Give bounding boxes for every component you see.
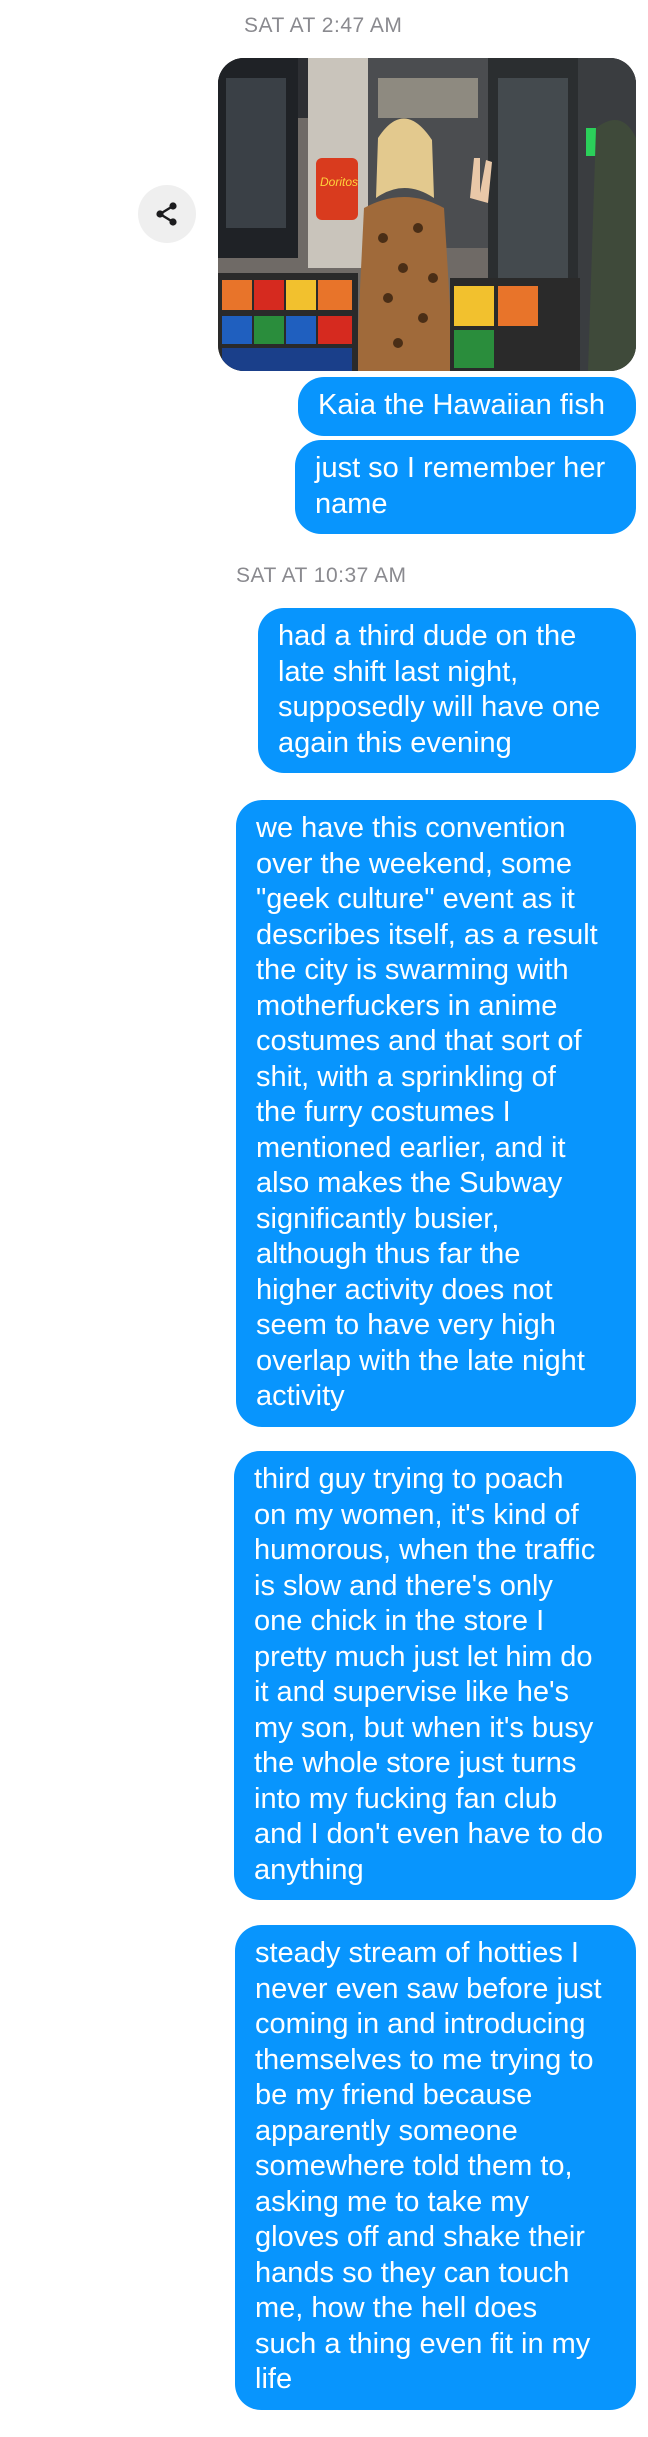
timestamp: SAT AT 2:47 AM [244, 14, 403, 37]
message-bubble: third guy trying to poach on my women, i… [234, 1451, 636, 1900]
timestamp: SAT AT 10:37 AM [236, 564, 407, 587]
share-icon [156, 202, 177, 226]
photo-image: Doritos [218, 58, 636, 371]
message-bubble: just so I remember her name [295, 440, 636, 534]
message-bubble: Kaia the Hawaiian fish [298, 377, 636, 436]
chip-bag-label: Doritos [320, 175, 358, 189]
message-bubble: we have this convention over the weekend… [236, 800, 636, 1427]
message-bubble: had a third dude on the late shift last … [258, 608, 636, 773]
photo-attachment[interactable]: Doritos [218, 58, 636, 371]
share-button[interactable] [138, 185, 196, 243]
message-bubble: steady stream of hotties I never even sa… [235, 1925, 636, 2410]
